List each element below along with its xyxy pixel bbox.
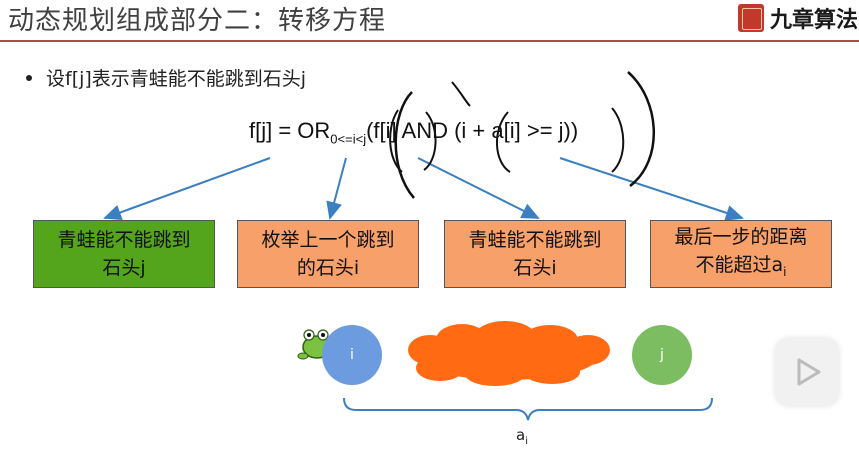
stone-i: i bbox=[322, 325, 382, 385]
play-icon bbox=[797, 358, 821, 386]
cloud-shape bbox=[408, 321, 610, 386]
brace-label-main: a bbox=[516, 426, 526, 444]
brace-label: ai bbox=[516, 426, 528, 447]
stone-j: j bbox=[632, 325, 692, 385]
stone-i-label: i bbox=[350, 347, 354, 363]
stone-j-label: j bbox=[660, 347, 664, 363]
jump-diagram bbox=[297, 321, 610, 386]
play-button[interactable] bbox=[775, 338, 839, 406]
brace-label-sub: i bbox=[525, 436, 528, 447]
